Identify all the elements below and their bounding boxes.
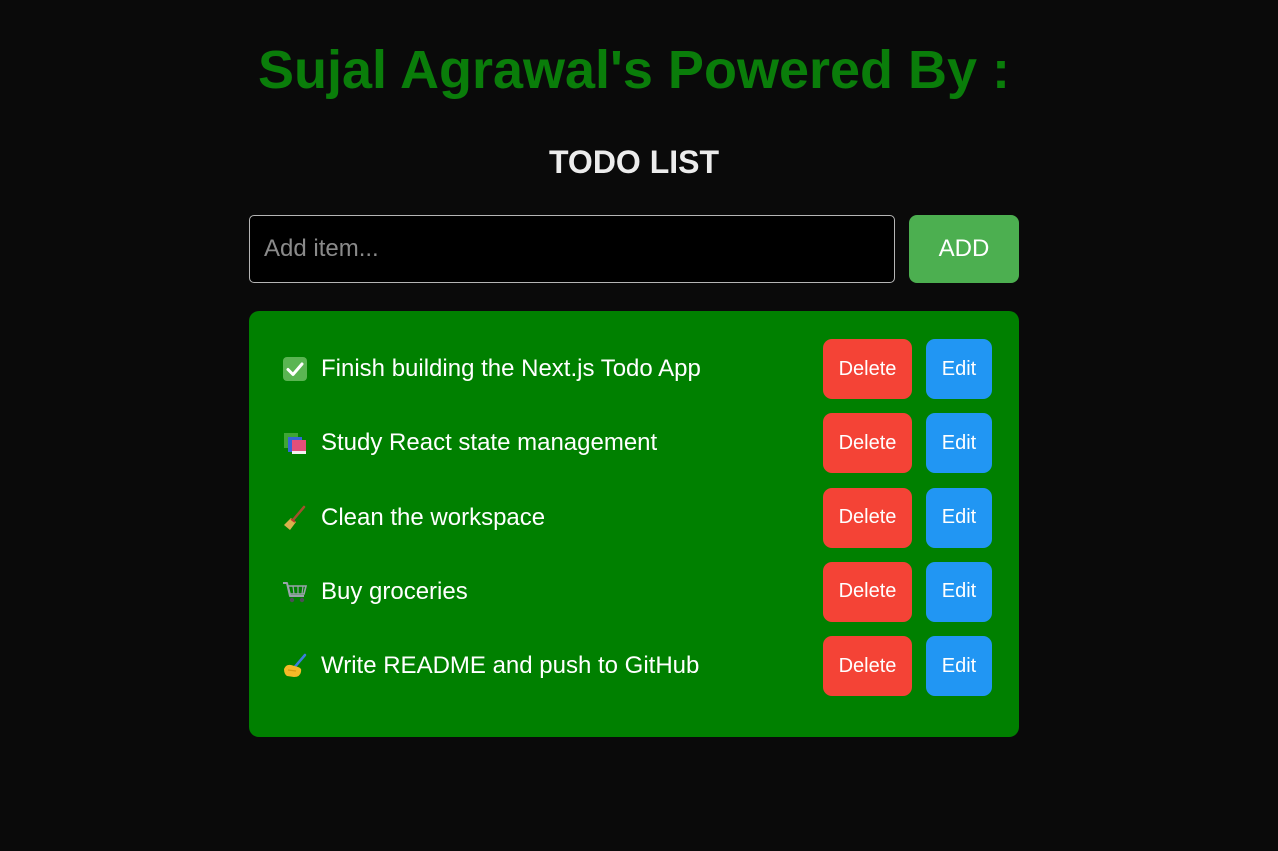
delete-button[interactable]: Delete: [823, 413, 912, 474]
todo-item: Buy groceries Delete Edit: [281, 561, 992, 622]
writing-hand-icon: [281, 652, 309, 680]
todo-text: Write README and push to GitHub: [321, 652, 700, 679]
todo-text: Finish building the Next.js Todo App: [321, 355, 701, 382]
edit-button[interactable]: Edit: [926, 636, 992, 696]
broom-icon: [281, 504, 309, 532]
todo-page: Sujal Agrawal's Powered By : TODO LIST A…: [0, 0, 1278, 851]
check-box-icon: [281, 355, 309, 383]
todo-item: Study React state management Delete Edit: [281, 413, 992, 474]
page-title: Sujal Agrawal's Powered By :: [257, 40, 1011, 100]
delete-button[interactable]: Delete: [823, 561, 912, 622]
todo-text: Buy groceries: [321, 577, 468, 605]
todo-text: Study React state management: [321, 429, 658, 457]
delete-button[interactable]: Delete: [823, 339, 912, 399]
todo-list: Finish building the Next.js Todo App Del…: [249, 311, 1019, 737]
books-icon: [281, 429, 309, 457]
todo-text: Clean the workspace: [321, 503, 546, 531]
edit-button[interactable]: Edit: [926, 487, 992, 548]
edit-button[interactable]: Edit: [926, 413, 992, 474]
edit-button[interactable]: Edit: [926, 339, 992, 399]
todo-item: Clean the workspace Delete Edit: [281, 487, 992, 548]
todo-item: Finish building the Next.js Todo App Del…: [281, 339, 992, 399]
todo-item: Write README and push to GitHub Delete E…: [281, 636, 992, 696]
delete-button[interactable]: Delete: [823, 487, 912, 548]
add-button[interactable]: ADD: [909, 215, 1019, 283]
edit-button[interactable]: Edit: [926, 561, 992, 622]
delete-button[interactable]: Delete: [823, 636, 912, 696]
shopping-cart-icon: [281, 578, 309, 606]
list-heading: TODO LIST: [548, 144, 720, 180]
add-item-input[interactable]: [249, 215, 895, 283]
